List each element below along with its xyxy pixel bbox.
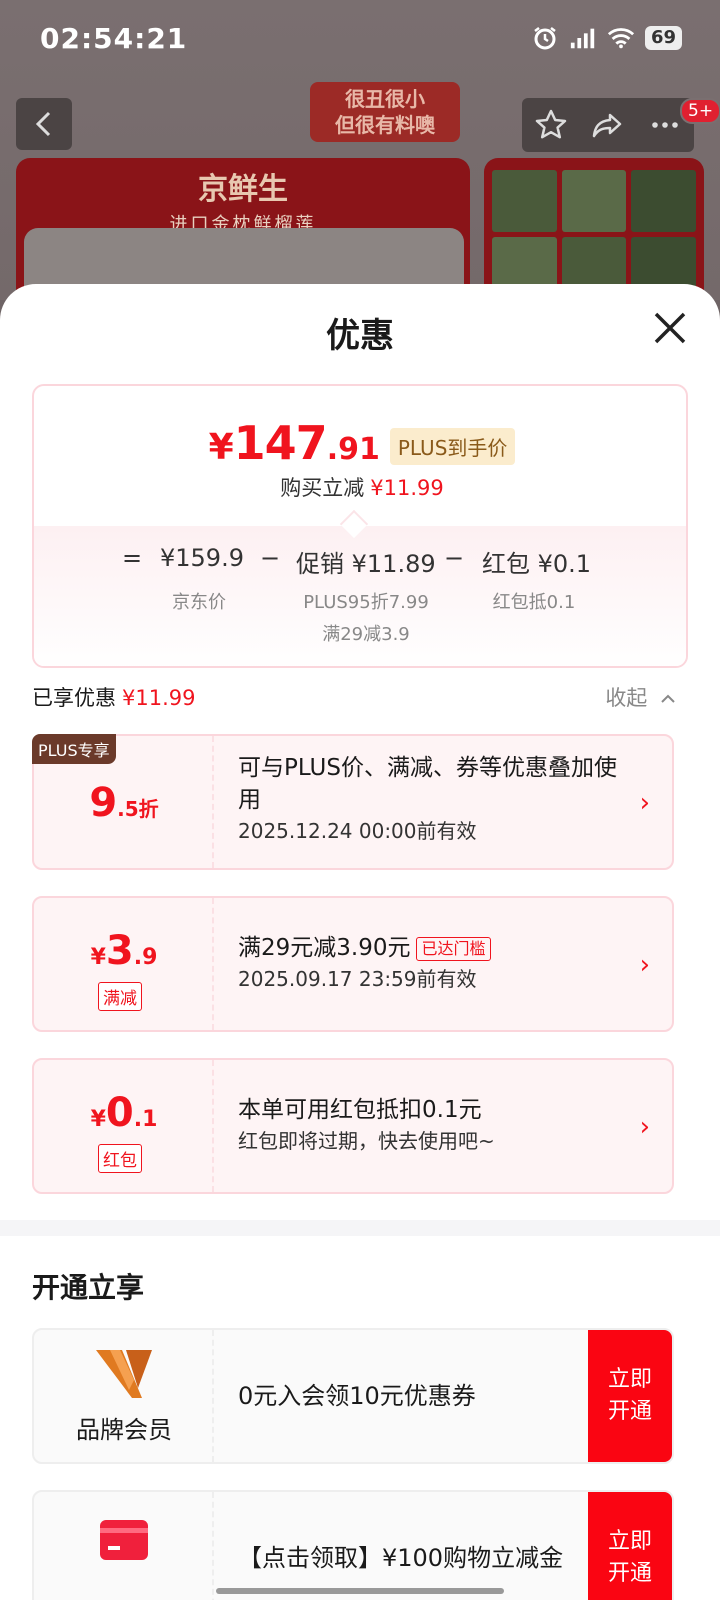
coupon-title-row: 满29元减3.90元 已达门槛 — [238, 932, 628, 964]
membership-label: 品牌会员 — [76, 1416, 172, 1444]
coupon-value-area: 9.5折 — [34, 736, 214, 868]
sheet-title: 优惠 — [326, 316, 394, 356]
redpacket-detail: 红包抵0.1 — [492, 592, 576, 613]
enjoyed-discount: 已享优惠 ¥11.99 — [32, 682, 195, 712]
enjoyed-amount: ¥11.99 — [122, 686, 196, 710]
more-icon[interactable] — [647, 107, 683, 143]
final-price-row: ¥ 147 .91 PLUS到手价 — [34, 416, 686, 470]
coupon-card[interactable]: ¥3.9 满减 满29元减3.90元 已达门槛 2025.09.17 23:59前… — [32, 896, 674, 1032]
coupon-value-main: 3 — [105, 928, 134, 974]
section-divider — [0, 1220, 720, 1236]
calc-minus: − — [444, 544, 465, 572]
back-button[interactable] — [16, 98, 72, 150]
card-icon — [100, 1520, 148, 1560]
promo-detail: PLUS95折7.99 — [303, 592, 429, 613]
coupon-value-prefix: ¥ — [90, 945, 106, 970]
enjoyed-label: 已享优惠 — [32, 686, 116, 710]
calc-redpacket-amount: ¥0.1 — [537, 550, 592, 578]
status-time: 02:54:21 — [40, 22, 188, 55]
plus-price-tag: PLUS到手价 — [389, 427, 516, 465]
gallery-thumb — [492, 170, 557, 232]
notification-badge: 5+ — [680, 98, 720, 124]
brand-member-logo-icon — [96, 1350, 152, 1398]
calc-redpacket-label: 红包 — [482, 550, 530, 578]
coupon-value: ¥3.9 — [34, 928, 214, 974]
status-bar: 02:54:21 69 — [0, 0, 720, 80]
membership-offer-text: 【点击领取】¥100购物立减金 — [238, 1544, 564, 1572]
calc-promo-amount: ¥11.89 — [351, 550, 436, 578]
coupon-validity: 2025.09.17 23:59前有效 — [238, 967, 477, 991]
calc-base-price: ¥159.9 — [160, 544, 244, 572]
wifi-icon — [607, 24, 635, 52]
coupon-value-main: 9 — [89, 780, 118, 826]
price-decimal: .91 — [326, 432, 380, 467]
membership-offer-text: 0元入会领10元优惠券 — [238, 1382, 476, 1410]
coupon-info: 满29元减3.90元 已达门槛 2025.09.17 23:59前有效 — [238, 932, 628, 994]
coupon-title: 满29元减3.90元 — [238, 935, 411, 961]
chevron-right-icon: › — [639, 1112, 650, 1142]
status-icons: 69 — [531, 24, 682, 52]
price-summary: ¥ 147 .91 PLUS到手价 购买立减 ¥11.99 = ¥159.9 − … — [32, 384, 688, 668]
coupon-title: 本单可用红包抵扣0.1元 — [238, 1097, 482, 1123]
collapse-label: 收起 — [605, 686, 648, 710]
gallery-thumb — [561, 170, 627, 232]
coupon-value-suffix: .1 — [133, 1107, 158, 1132]
coupon-info: 本单可用红包抵扣0.1元 红包即将过期，快去使用吧~ — [238, 1094, 628, 1156]
star-icon[interactable] — [533, 107, 569, 143]
savings-amount: ¥11.99 — [370, 476, 444, 500]
price-integer: 147 — [233, 416, 328, 470]
nav-actions — [522, 98, 694, 152]
chevron-left-icon — [35, 111, 51, 137]
chevron-up-icon — [661, 694, 675, 703]
calc-equals: = — [122, 544, 143, 572]
coupon-value-area: ¥0.1 红包 — [34, 1060, 214, 1192]
cellular-signal-icon — [569, 24, 597, 52]
coupon-value-prefix: ¥ — [90, 1107, 106, 1132]
open-section-title: 开通立享 — [32, 1271, 145, 1304]
base-price-label: 京东价 — [172, 592, 226, 613]
coupon-card[interactable]: PLUS专享 9.5折 可与PLUS价、满减、券等优惠叠加使用 2025.12.… — [32, 734, 674, 870]
chevron-right-icon: › — [639, 950, 650, 980]
calc-promo: 促销 ¥11.89 — [296, 544, 436, 579]
threshold-reached-tag: 已达门槛 — [416, 936, 491, 961]
chevron-right-icon: › — [639, 788, 650, 818]
coupon-title: 可与PLUS价、满减、券等优惠叠加使用 — [238, 755, 617, 813]
battery-indicator: 69 — [644, 26, 682, 50]
coupon-type-tag: 红包 — [98, 1144, 142, 1173]
home-indicator[interactable] — [216, 1588, 504, 1594]
membership-icon-area: 品牌会员 — [34, 1330, 214, 1462]
savings-label: 购买立减 — [280, 476, 365, 500]
coupon-value-suffix: .5折 — [117, 797, 159, 821]
gallery-thumb — [631, 170, 696, 232]
calc-redpacket: 红包 ¥0.1 — [482, 544, 591, 579]
collapse-toggle[interactable]: 收起 — [605, 682, 676, 712]
coupon-value-suffix: .9 — [133, 945, 158, 970]
close-icon — [654, 312, 686, 344]
coupon-validity: 2025.12.24 00:00前有效 — [238, 819, 477, 843]
coupon-type-tag: 满减 — [98, 982, 142, 1011]
coupon-value: ¥0.1 — [34, 1090, 214, 1136]
coupon-value-main: 0 — [105, 1090, 134, 1136]
promo-tag: 很丑很小 但很有料噢 — [310, 82, 460, 142]
calc-promo-label: 促销 — [296, 550, 344, 578]
membership-icon-area — [34, 1492, 214, 1600]
alarm-icon — [531, 24, 559, 52]
open-now-button[interactable]: 立即开通 — [588, 1492, 672, 1600]
coupon-info: 可与PLUS价、满减、券等优惠叠加使用 2025.12.24 00:00前有效 — [238, 752, 628, 846]
membership-offer-card[interactable]: 【点击领取】¥100购物立减金 立即开通 — [32, 1490, 674, 1600]
membership-offer-card[interactable]: 品牌会员 0元入会领10元优惠券 立即开通 — [32, 1328, 674, 1464]
price-currency: ¥ — [208, 427, 234, 468]
savings-row: 购买立减 ¥11.99 — [34, 472, 686, 502]
discount-sheet: 优惠 ¥ 147 .91 PLUS到手价 购买立减 ¥11.99 = ¥159.9… — [0, 284, 720, 1600]
open-now-button[interactable]: 立即开通 — [588, 1330, 672, 1462]
coupon-value: 9.5折 — [34, 780, 214, 826]
promo-detail: 满29减3.9 — [322, 624, 410, 645]
coupon-card[interactable]: ¥0.1 红包 本单可用红包抵扣0.1元 红包即将过期，快去使用吧~ › — [32, 1058, 674, 1194]
coupon-value-area: ¥3.9 满减 — [34, 898, 214, 1030]
close-button[interactable] — [648, 306, 692, 350]
promo-title: 京鲜生 — [198, 172, 288, 207]
share-icon[interactable] — [590, 107, 626, 143]
calc-minus: − — [260, 544, 281, 572]
coupon-validity: 红包即将过期，快去使用吧~ — [238, 1129, 495, 1153]
